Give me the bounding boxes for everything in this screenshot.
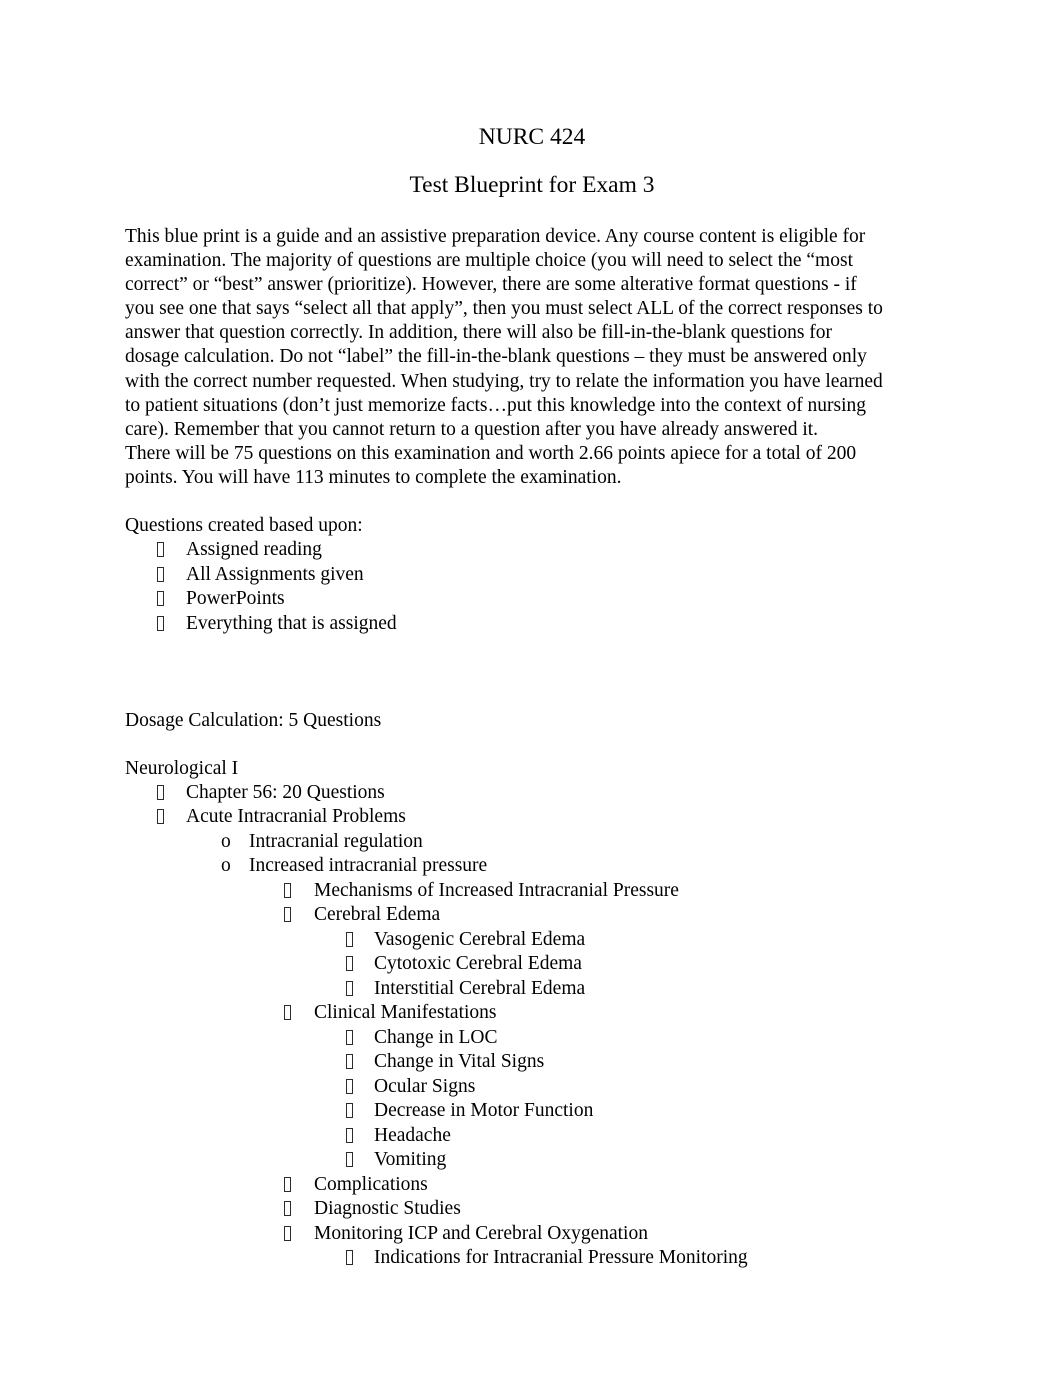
outline-item-label: Monitoring ICP and Cerebral Oxygenation: [314, 1222, 648, 1244]
list-item: Everything that is assigned: [125, 612, 939, 637]
outline-item-label: Interstitial Cerebral Edema: [374, 977, 586, 999]
outline-item: Diagnostic Studies: [125, 1197, 939, 1222]
list-item-label: Everything that is assigned: [186, 612, 397, 634]
outline-item: Vomiting: [125, 1148, 939, 1173]
tofu-bullet-icon: [346, 977, 353, 1002]
outline-item-label: Headache: [374, 1124, 451, 1146]
paragraph-line: This blue print is a guide and an assist…: [125, 226, 866, 247]
circle-bullet-icon: o: [221, 830, 231, 852]
paragraph-line: you see one that says “select all that a…: [125, 298, 883, 320]
tofu-bullet-icon: [346, 1050, 353, 1075]
section-heading-neurological: Neurological I: [125, 757, 239, 779]
tofu-bullet-icon: [346, 1026, 353, 1051]
tofu-bullet-icon: [346, 1099, 353, 1124]
outline-item-label: Complications: [314, 1173, 428, 1195]
tofu-bullet-icon: [284, 1222, 291, 1247]
outline-item: Monitoring ICP and Cerebral Oxygenation: [125, 1222, 939, 1247]
list-item: PowerPoints: [125, 587, 939, 612]
outline-item-label: Increased intracranial pressure: [249, 855, 488, 877]
paragraph-line: with the correct number requested. When …: [125, 370, 883, 392]
outline-item: Acute Intracranial Problems: [125, 805, 939, 830]
paragraph-line: care). Remember that you cannot return t…: [125, 418, 819, 440]
outline-item-label: Ocular Signs: [374, 1075, 476, 1097]
outline-item-label: Change in LOC: [374, 1026, 498, 1048]
outline-item: Change in Vital Signs: [125, 1050, 939, 1075]
outline-item: Headache: [125, 1124, 939, 1149]
list-item-label: PowerPoints: [186, 588, 285, 610]
paragraph-line: to patient situations (don’t just memori…: [125, 394, 867, 416]
outline-item: Chapter 56: 20 Questions: [125, 781, 939, 806]
page-subtitle: Test Blueprint for Exam 3: [409, 171, 655, 198]
paragraph-line: dosage calculation. Do not “label” the f…: [125, 346, 867, 368]
outline-item-label: Cytotoxic Cerebral Edema: [374, 953, 582, 975]
paragraph-line: points. You will have 113 minutes to com…: [125, 466, 622, 488]
tofu-bullet-icon: [346, 1075, 353, 1100]
outline-item-label: Intracranial regulation: [249, 830, 423, 852]
list-item-label: Assigned reading: [186, 539, 322, 561]
tofu-bullet-icon: [346, 928, 353, 953]
list-item-label: All Assignments given: [186, 563, 364, 585]
tofu-bullet-icon: [346, 1246, 353, 1271]
list-item: Assigned reading: [125, 538, 939, 563]
outline-item: Mechanisms of Increased Intracranial Pre…: [125, 879, 939, 904]
outline-list: Chapter 56: 20 Questions Acute Intracrani…: [125, 781, 939, 1271]
outline-item: Decrease in Motor Function: [125, 1099, 939, 1124]
outline-item-label: Decrease in Motor Function: [374, 1100, 594, 1122]
outline-item: o Intracranial regulation: [125, 830, 939, 855]
outline-item-label: Cerebral Edema: [314, 904, 441, 926]
outline-item-label: Indications for Intracranial Pressure Mo…: [374, 1247, 748, 1269]
document-page: NURC 424 Test Blueprint for Exam 3 This …: [0, 0, 1062, 1377]
outline-item: Cytotoxic Cerebral Edema: [125, 952, 939, 977]
outline-item: o Increased intracranial pressure: [125, 854, 939, 879]
tofu-bullet-icon: [346, 1124, 353, 1149]
outline-item-label: Diagnostic Studies: [314, 1198, 461, 1220]
tofu-bullet-icon: [157, 563, 164, 588]
outline-item: Ocular Signs: [125, 1075, 939, 1100]
outline-item: Change in LOC: [125, 1026, 939, 1051]
questions-created-heading: Questions created based upon:: [125, 515, 363, 537]
tofu-bullet-icon: [284, 903, 291, 928]
tofu-bullet-icon: [157, 805, 164, 830]
tofu-bullet-icon: [284, 1197, 291, 1222]
outline-item-label: Vomiting: [374, 1149, 447, 1171]
outline-item: Complications: [125, 1173, 939, 1198]
paragraph-line: There will be 75 questions on this exami…: [125, 442, 857, 464]
tofu-bullet-icon: [284, 879, 291, 904]
outline-item-label: Acute Intracranial Problems: [186, 806, 406, 828]
paragraph-line: answer that question correctly. In addit…: [125, 322, 833, 344]
document-content: NURC 424 Test Blueprint for Exam 3 This …: [125, 0, 939, 1271]
tofu-bullet-icon: [157, 538, 164, 563]
intro-paragraph: This blue print is a guide and an assist…: [125, 197, 939, 490]
dosage-calculation-line: Dosage Calculation: 5 Questions: [125, 709, 382, 731]
tofu-bullet-icon: [284, 1001, 291, 1026]
outline-item: Cerebral Edema: [125, 903, 939, 928]
page-title: NURC 424: [478, 124, 586, 150]
outline-item-label: Mechanisms of Increased Intracranial Pre…: [314, 879, 679, 901]
outline-item-label: Change in Vital Signs: [374, 1051, 545, 1073]
tofu-bullet-icon: [157, 781, 164, 806]
tofu-bullet-icon: [346, 952, 353, 977]
outline-item-label: Chapter 56: 20 Questions: [186, 781, 385, 803]
outline-item: Indications for Intracranial Pressure Mo…: [125, 1246, 939, 1271]
circle-bullet-icon: o: [221, 855, 231, 877]
paragraph-line: examination. The majority of questions a…: [125, 250, 853, 272]
outline-item-label: Clinical Manifestations: [314, 1002, 497, 1024]
paragraph-line: correct” or “best” answer (prioritize). …: [125, 274, 857, 296]
tofu-bullet-icon: [157, 612, 164, 637]
outline-item: Clinical Manifestations: [125, 1001, 939, 1026]
outline-item-label: Vasogenic Cerebral Edema: [374, 928, 586, 950]
outline-item: Vasogenic Cerebral Edema: [125, 928, 939, 953]
list-item: All Assignments given: [125, 563, 939, 588]
outline-item: Interstitial Cerebral Edema: [125, 977, 939, 1002]
tofu-bullet-icon: [284, 1173, 291, 1198]
tofu-bullet-icon: [157, 587, 164, 612]
tofu-bullet-icon: [346, 1148, 353, 1173]
